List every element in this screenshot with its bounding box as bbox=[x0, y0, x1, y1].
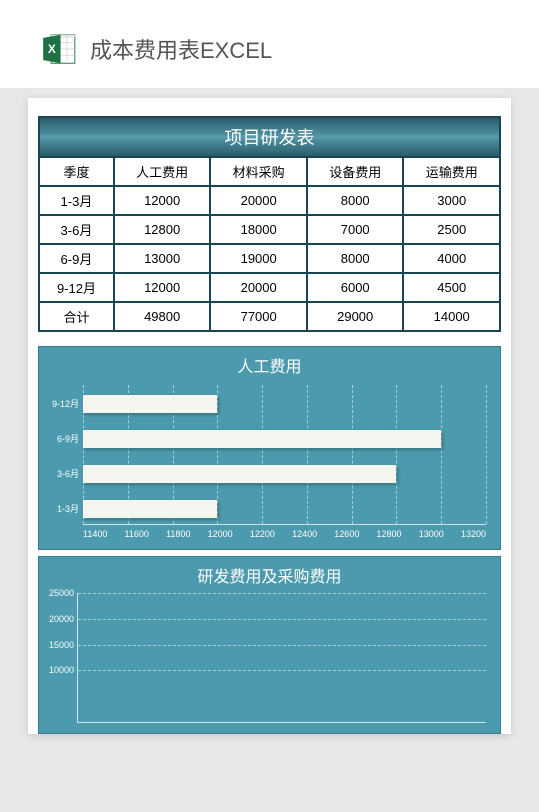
ytick: 15000 bbox=[46, 640, 74, 650]
ytick: 20000 bbox=[46, 614, 74, 624]
table-row: 1-3月 12000 20000 8000 3000 bbox=[39, 186, 500, 215]
cell: 49800 bbox=[114, 302, 211, 331]
col-header: 材料采购 bbox=[210, 157, 307, 186]
row-label: 3-6月 bbox=[39, 215, 114, 244]
rd-purchase-chart: 研发费用及采购费用 10000150002000025000 bbox=[38, 556, 501, 734]
chart2-plot: 10000150002000025000 bbox=[77, 593, 486, 723]
xtick: 12200 bbox=[250, 529, 275, 539]
row-label: 9-12月 bbox=[39, 273, 114, 302]
bar bbox=[83, 500, 217, 518]
xtick: 11800 bbox=[166, 529, 190, 539]
row-label: 6-9月 bbox=[39, 244, 114, 273]
xtick: 12600 bbox=[334, 529, 359, 539]
ytick: 25000 bbox=[46, 588, 74, 598]
cell: 29000 bbox=[307, 302, 404, 331]
col-header: 运输费用 bbox=[403, 157, 500, 186]
col-header: 人工费用 bbox=[114, 157, 211, 186]
cell: 20000 bbox=[210, 273, 307, 302]
document-preview: 项目研发表 季度 人工费用 材料采购 设备费用 运输费用 1-3月 12000 … bbox=[28, 98, 511, 734]
col-header: 设备费用 bbox=[307, 157, 404, 186]
cell: 12000 bbox=[114, 273, 211, 302]
cell: 19000 bbox=[210, 244, 307, 273]
cost-table: 项目研发表 季度 人工费用 材料采购 设备费用 运输费用 1-3月 12000 … bbox=[38, 116, 501, 332]
cell: 12000 bbox=[114, 186, 211, 215]
xtick: 13000 bbox=[419, 529, 444, 539]
bar bbox=[83, 430, 441, 448]
cell: 18000 bbox=[210, 215, 307, 244]
page-title: 成本费用表EXCEL bbox=[90, 33, 272, 65]
cell: 4500 bbox=[403, 273, 500, 302]
labor-cost-chart: 人工费用 9-12月6-9月3-6月1-3月 11400116001180012… bbox=[38, 346, 501, 550]
table-title: 项目研发表 bbox=[39, 117, 500, 157]
table-row-total: 合计 49800 77000 29000 14000 bbox=[39, 302, 500, 331]
cell: 20000 bbox=[210, 186, 307, 215]
row-label: 合计 bbox=[39, 302, 114, 331]
table-row: 6-9月 13000 19000 8000 4000 bbox=[39, 244, 500, 273]
chart2-title: 研发费用及采购费用 bbox=[47, 563, 492, 587]
cell: 2500 bbox=[403, 215, 500, 244]
col-header: 季度 bbox=[39, 157, 114, 186]
bar-category-label: 1-3月 bbox=[45, 502, 79, 515]
data-table-wrap: 项目研发表 季度 人工费用 材料采购 设备费用 运输费用 1-3月 12000 … bbox=[28, 98, 511, 340]
cell: 13000 bbox=[114, 244, 211, 273]
bar bbox=[83, 395, 217, 413]
cell: 8000 bbox=[307, 186, 404, 215]
chart1-plot: 9-12月6-9月3-6月1-3月 bbox=[83, 385, 486, 525]
cell: 12800 bbox=[114, 215, 211, 244]
table-row: 3-6月 12800 18000 7000 2500 bbox=[39, 215, 500, 244]
cell: 77000 bbox=[210, 302, 307, 331]
bar-category-label: 9-12月 bbox=[45, 397, 79, 410]
cell: 4000 bbox=[403, 244, 500, 273]
xtick: 12000 bbox=[208, 529, 233, 539]
xtick: 12800 bbox=[377, 529, 402, 539]
chart1-xaxis: 11400 11600 11800 12000 12200 12400 12600 12800… bbox=[83, 525, 486, 539]
cell: 7000 bbox=[307, 215, 404, 244]
bar-category-label: 6-9月 bbox=[45, 432, 79, 445]
xtick: 11400 bbox=[83, 529, 107, 539]
excel-icon: X bbox=[40, 30, 78, 68]
xtick: 11600 bbox=[125, 529, 149, 539]
row-label: 1-3月 bbox=[39, 186, 114, 215]
bar bbox=[83, 465, 396, 483]
table-row: 9-12月 12000 20000 6000 4500 bbox=[39, 273, 500, 302]
app-header: X 成本费用表EXCEL bbox=[0, 0, 539, 88]
cell: 3000 bbox=[403, 186, 500, 215]
svg-text:X: X bbox=[48, 42, 56, 56]
cell: 8000 bbox=[307, 244, 404, 273]
xtick: 12400 bbox=[292, 529, 317, 539]
chart1-title: 人工费用 bbox=[47, 353, 492, 377]
xtick: 13200 bbox=[461, 529, 486, 539]
table-header-row: 季度 人工费用 材料采购 设备费用 运输费用 bbox=[39, 157, 500, 186]
cell: 6000 bbox=[307, 273, 404, 302]
bar-category-label: 3-6月 bbox=[45, 467, 79, 480]
cell: 14000 bbox=[403, 302, 500, 331]
ytick: 10000 bbox=[46, 665, 74, 675]
